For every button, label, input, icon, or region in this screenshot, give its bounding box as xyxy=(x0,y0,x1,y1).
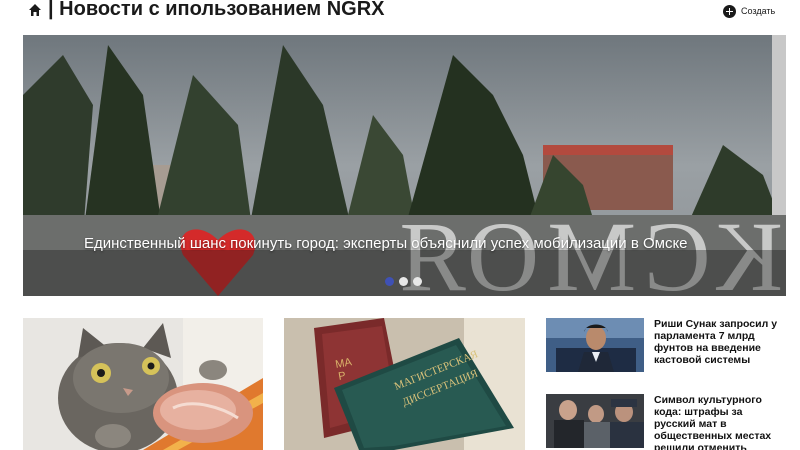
page-header: | Новости с ипользованием NGRX Создать xyxy=(0,0,800,24)
plus-circle-icon xyxy=(723,4,736,18)
news-card-cat[interactable] xyxy=(23,318,263,450)
slider-dot-3[interactable] xyxy=(413,277,422,286)
cat-image xyxy=(23,318,263,450)
sunak-thumbnail xyxy=(546,318,644,372)
news-item-sunak[interactable]: Риши Сунак запросил у парламента 7 млрд … xyxy=(546,318,786,374)
home-icon[interactable] xyxy=(28,3,42,17)
hero-title[interactable]: Единственный шанс покинуть город: экспер… xyxy=(84,235,688,252)
create-label: Создать xyxy=(741,6,776,16)
hero-caption-overlay xyxy=(23,250,786,296)
police-thumbnail xyxy=(546,394,644,448)
news-card-dissertation[interactable]: МА Р МАГИСТЕРСКАЯ ДИССЕРТАЦИЯ xyxy=(284,318,525,450)
slider-dot-2[interactable] xyxy=(399,277,408,286)
news-item-obscenity[interactable]: Символ культурного кода: штрафы за русск… xyxy=(546,394,786,450)
dissertation-image: МА Р МАГИСТЕРСКАЯ ДИССЕРТАЦИЯ xyxy=(284,318,525,450)
news-item-title[interactable]: Риши Сунак запросил у парламента 7 млрд … xyxy=(654,318,784,374)
page-title: | Новости с ипользованием NGRX xyxy=(48,0,385,20)
hero-slider[interactable]: КСМОЯ Единственный шанс покинуть город: … xyxy=(23,35,786,296)
news-item-title[interactable]: Символ культурного кода: штрафы за русск… xyxy=(654,394,784,450)
create-button[interactable]: Создать xyxy=(723,4,775,18)
slider-dots xyxy=(385,277,422,286)
slider-dot-1[interactable] xyxy=(385,277,394,286)
